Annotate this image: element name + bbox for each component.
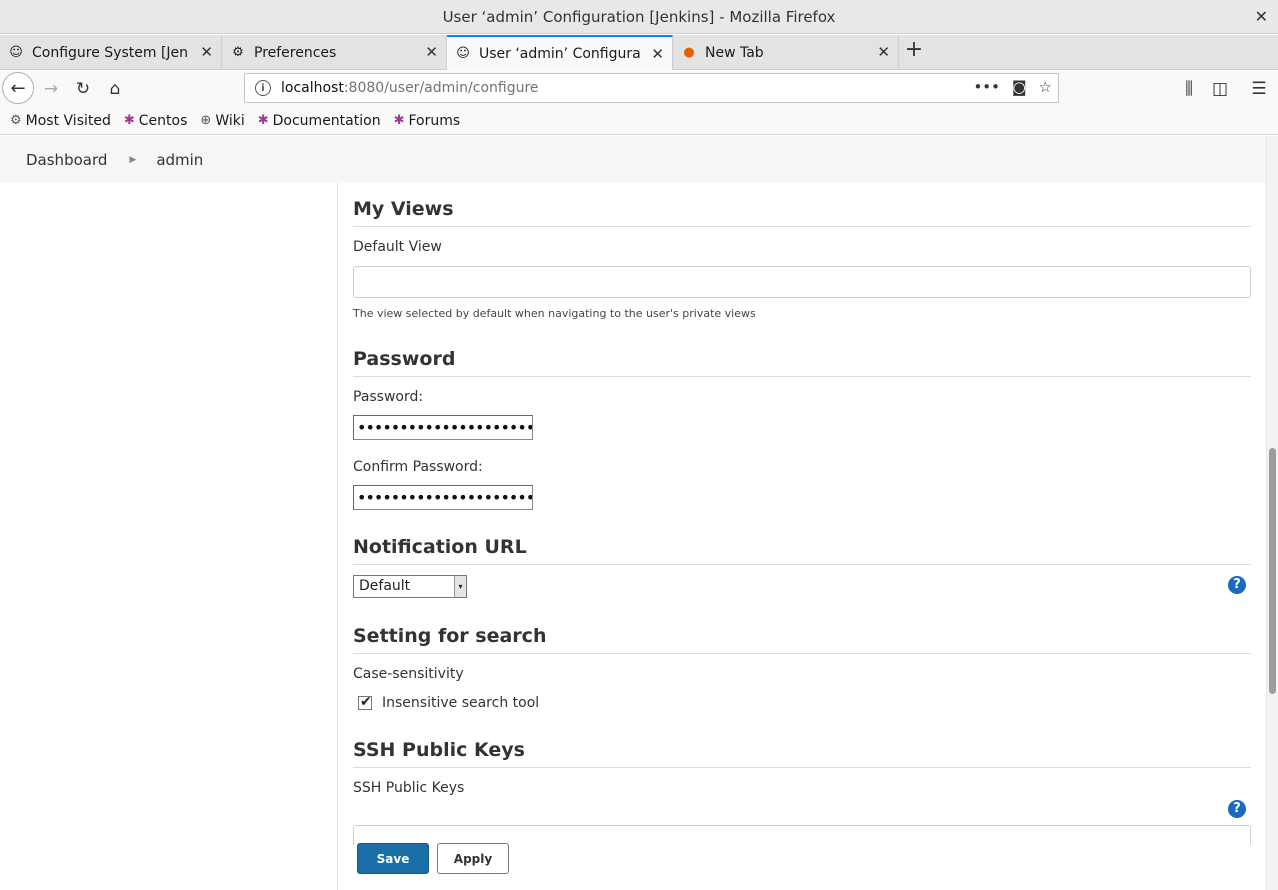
tab-close-icon[interactable]: ✕ xyxy=(425,43,438,61)
tab-configure-system[interactable]: ☺ Configure System [Jenkins] ✕ xyxy=(0,35,222,70)
tab-label: Configure System [Jenkins] xyxy=(32,44,189,61)
section-search-title: Setting for search xyxy=(353,625,1251,654)
url-host: localhost xyxy=(281,80,344,96)
bookmark-label: Most Visited xyxy=(25,112,111,129)
gear-icon: ⚙ xyxy=(10,113,22,128)
tab-close-icon[interactable]: ✕ xyxy=(200,43,213,61)
bookmarks-toolbar: ⚙ Most Visited ✱ Centos ⊕ Wiki ✱ Documen… xyxy=(0,107,1278,135)
section-notification-title: Notification URL xyxy=(353,536,1251,565)
section-ssh-title: SSH Public Keys xyxy=(353,739,1251,768)
firefox-icon: ● xyxy=(683,45,695,60)
bookmark-wiki[interactable]: ⊕ Wiki xyxy=(200,113,244,129)
breadcrumb-admin[interactable]: admin xyxy=(156,151,203,169)
forward-arrow-icon[interactable]: → xyxy=(38,77,64,101)
back-arrow-icon[interactable]: ← xyxy=(2,72,34,104)
scrollbar-thumb[interactable] xyxy=(1269,448,1276,694)
side-panel xyxy=(0,183,338,890)
window-close-icon[interactable]: ✕ xyxy=(1255,7,1268,26)
pocket-icon[interactable]: ◙ xyxy=(1012,78,1027,96)
tab-label: Preferences xyxy=(254,44,337,61)
insensitive-search-checkbox[interactable]: ✔ xyxy=(358,694,372,710)
centos-icon: ✱ xyxy=(257,113,269,128)
page-content: My Views Default View The view selected … xyxy=(0,183,1266,890)
tab-close-icon[interactable]: ✕ xyxy=(877,43,890,61)
bookmark-label: Forums xyxy=(408,112,461,129)
insensitive-search-row: ✔ Insensitive search tool xyxy=(358,694,540,711)
window-titlebar: User ‘admin’ Configuration [Jenkins] - M… xyxy=(0,0,1278,34)
section-my-views-title: My Views xyxy=(353,198,1251,227)
tab-label: User ‘admin’ Configuration xyxy=(479,45,640,62)
save-button[interactable]: Save xyxy=(357,843,429,874)
password-label: Password: xyxy=(353,389,424,405)
apply-button[interactable]: Apply xyxy=(437,843,509,874)
globe-icon: ⊕ xyxy=(200,113,212,128)
tab-user-configuration[interactable]: ☺ User ‘admin’ Configuration ✕ xyxy=(447,35,673,70)
tab-strip: ☺ Configure System [Jenkins] ✕ ⚙ Prefere… xyxy=(0,35,1278,70)
page-scrollbar[interactable] xyxy=(1266,136,1278,890)
help-icon[interactable]: ? xyxy=(1228,576,1246,594)
dropdown-arrow-icon: ▾ xyxy=(454,576,466,597)
help-icon[interactable]: ? xyxy=(1228,800,1246,818)
bookmark-documentation[interactable]: ✱ Documentation xyxy=(258,113,381,129)
confirm-password-label: Confirm Password: xyxy=(353,459,483,475)
bookmark-label: Wiki xyxy=(215,112,245,129)
jenkins-icon: ☺ xyxy=(456,46,470,61)
notification-url-select[interactable]: Default ▾ xyxy=(353,575,467,598)
default-view-label: Default View xyxy=(353,239,442,255)
new-tab-plus-icon[interactable]: + xyxy=(902,39,926,63)
url-bar[interactable]: i localhost :8080/user/admin/configure •… xyxy=(244,73,1059,103)
bookmark-forums[interactable]: ✱ Forums xyxy=(394,113,461,129)
insensitive-search-label: Insensitive search tool xyxy=(382,695,540,711)
page-actions-icon[interactable]: ••• xyxy=(973,78,1000,96)
home-icon[interactable]: ⌂ xyxy=(102,77,128,101)
section-password-title: Password xyxy=(353,348,1251,377)
bookmark-star-icon[interactable]: ☆ xyxy=(1039,78,1052,96)
bookmark-most-visited[interactable]: ⚙ Most Visited xyxy=(10,113,111,129)
gear-icon: ⚙ xyxy=(232,45,244,60)
reload-icon[interactable]: ↻ xyxy=(70,77,96,101)
checkmark-icon: ✔ xyxy=(360,694,372,710)
notification-url-selected: Default xyxy=(359,578,411,594)
bookmark-label: Centos xyxy=(138,112,188,129)
library-icon[interactable]: ⫼ xyxy=(1176,77,1202,101)
default-view-input[interactable] xyxy=(353,266,1251,298)
navigation-bar: ← → ↻ ⌂ i localhost :8080/user/admin/con… xyxy=(0,71,1278,107)
centos-icon: ✱ xyxy=(393,113,405,128)
breadcrumb-dashboard[interactable]: Dashboard xyxy=(26,151,107,169)
password-input[interactable]: •••••••••••••••••••••• xyxy=(353,415,533,440)
window-title: User ‘admin’ Configuration [Jenkins] - M… xyxy=(442,7,836,26)
tab-preferences[interactable]: ⚙ Preferences ✕ xyxy=(222,35,447,70)
case-sensitivity-label: Case-sensitivity xyxy=(353,666,464,682)
jenkins-icon: ☺ xyxy=(9,45,23,60)
site-info-icon[interactable]: i xyxy=(255,80,271,96)
menu-hamburger-icon[interactable]: ☰ xyxy=(1246,77,1272,101)
confirm-password-input[interactable]: •••••••••••••••••••••• xyxy=(353,485,533,510)
tab-close-icon[interactable]: ✕ xyxy=(651,45,664,63)
url-path: :8080/user/admin/configure xyxy=(343,80,539,96)
sidebar-icon[interactable]: ◫ xyxy=(1207,77,1233,101)
bookmark-centos[interactable]: ✱ Centos xyxy=(124,113,188,129)
ssh-keys-label: SSH Public Keys xyxy=(353,780,465,796)
bookmark-label: Documentation xyxy=(272,112,381,129)
breadcrumb: Dashboard ▶ admin xyxy=(0,136,1266,183)
centos-icon: ✱ xyxy=(123,113,135,128)
ssh-keys-textarea[interactable] xyxy=(353,825,1251,845)
default-view-description: The view selected by default when naviga… xyxy=(353,307,756,320)
tab-new-tab[interactable]: ● New Tab ✕ xyxy=(673,35,899,70)
breadcrumb-separator-icon: ▶ xyxy=(129,154,137,165)
tab-label: New Tab xyxy=(705,44,764,61)
